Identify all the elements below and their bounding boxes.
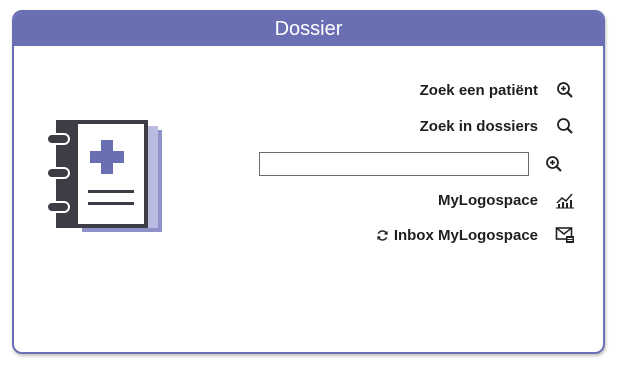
refresh-icon [376,225,390,245]
search-patient-label: Zoek een patiënt [419,81,538,99]
search-dossiers-label: Zoek in dossiers [419,117,538,135]
zoom-in-icon [555,80,575,100]
search-button[interactable] [544,154,564,174]
dossier-panel: Dossier Zoek een patiënt Zoek in dossier… [12,10,605,354]
inbox-icon [555,225,575,245]
search-icon [555,116,575,136]
mylogospace-link[interactable]: MyLogospace [438,190,575,210]
inbox-link[interactable]: Inbox MyLogospace [376,225,575,245]
mylogospace-label: MyLogospace [437,191,538,209]
search-dossiers-link[interactable]: Zoek in dossiers [420,116,575,136]
search-patient-link[interactable]: Zoek een patiënt [420,80,575,100]
zoom-in-icon [546,156,562,172]
search-input[interactable] [259,152,529,176]
inbox-label: Inbox MyLogospace [393,226,538,244]
chart-icon [555,190,575,210]
dossier-notebook-icon [44,120,164,240]
panel-title: Dossier [14,12,603,46]
